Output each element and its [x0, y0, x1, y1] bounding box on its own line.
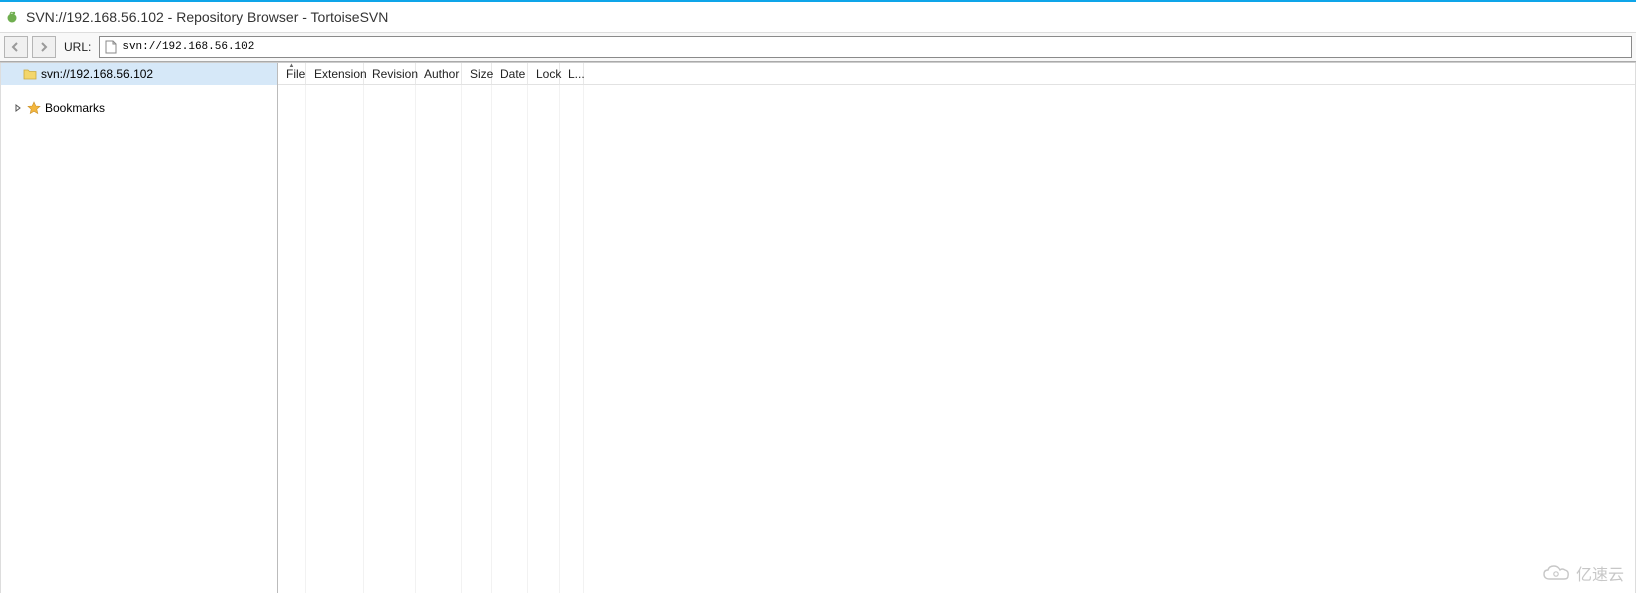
tree-item-bookmarks[interactable]: Bookmarks	[1, 97, 277, 119]
document-icon	[104, 40, 118, 54]
column-label: L...	[568, 67, 585, 81]
column-header-size[interactable]: Size	[462, 63, 492, 84]
column-header-lock[interactable]: Lock	[528, 63, 560, 84]
sort-asc-icon: ▲	[289, 63, 295, 69]
window-title: SVN://192.168.56.102 - Repository Browse…	[26, 9, 388, 25]
column-label: Revision	[372, 67, 418, 81]
tree-spacer	[1, 85, 277, 97]
cloud-icon	[1542, 563, 1570, 583]
file-list[interactable]: ▲ File Extension Revision Author Size Da…	[278, 63, 1636, 593]
column-header-extension[interactable]: Extension	[306, 63, 364, 84]
tree-sidebar[interactable]: svn://192.168.56.102 Bookmarks	[0, 63, 278, 593]
star-icon	[27, 101, 41, 115]
tree-item-label: svn://192.168.56.102	[41, 67, 153, 81]
tree-item-repo[interactable]: svn://192.168.56.102	[1, 63, 277, 85]
column-label: Date	[500, 67, 525, 81]
column-label: Extension	[314, 67, 367, 81]
folder-icon	[23, 67, 37, 81]
column-header-file[interactable]: ▲ File	[278, 63, 306, 84]
column-header-author[interactable]: Author	[416, 63, 462, 84]
list-body[interactable]	[278, 85, 1635, 593]
back-button[interactable]	[4, 36, 28, 58]
watermark-text: 亿速云	[1576, 561, 1624, 585]
forward-button[interactable]	[32, 36, 56, 58]
column-label: Lock	[536, 67, 561, 81]
column-label: Size	[470, 67, 493, 81]
content-area: svn://192.168.56.102 Bookmarks ▲ File Ex…	[0, 62, 1636, 593]
column-label: Author	[424, 67, 459, 81]
tortoisesvn-icon	[6, 10, 20, 24]
column-header-date[interactable]: Date	[492, 63, 528, 84]
column-header-extra[interactable]: L...	[560, 63, 584, 84]
watermark: 亿速云	[1542, 561, 1624, 585]
url-input[interactable]	[122, 37, 1631, 57]
column-header-revision[interactable]: Revision	[364, 63, 416, 84]
column-headers: ▲ File Extension Revision Author Size Da…	[278, 63, 1635, 85]
column-dividers	[278, 85, 1635, 593]
chevron-right-icon[interactable]	[13, 103, 23, 113]
titlebar: SVN://192.168.56.102 - Repository Browse…	[0, 2, 1636, 32]
url-label: URL:	[64, 40, 91, 54]
tree-item-label: Bookmarks	[45, 101, 105, 115]
url-field[interactable]	[99, 36, 1632, 58]
toolbar: URL:	[0, 32, 1636, 62]
